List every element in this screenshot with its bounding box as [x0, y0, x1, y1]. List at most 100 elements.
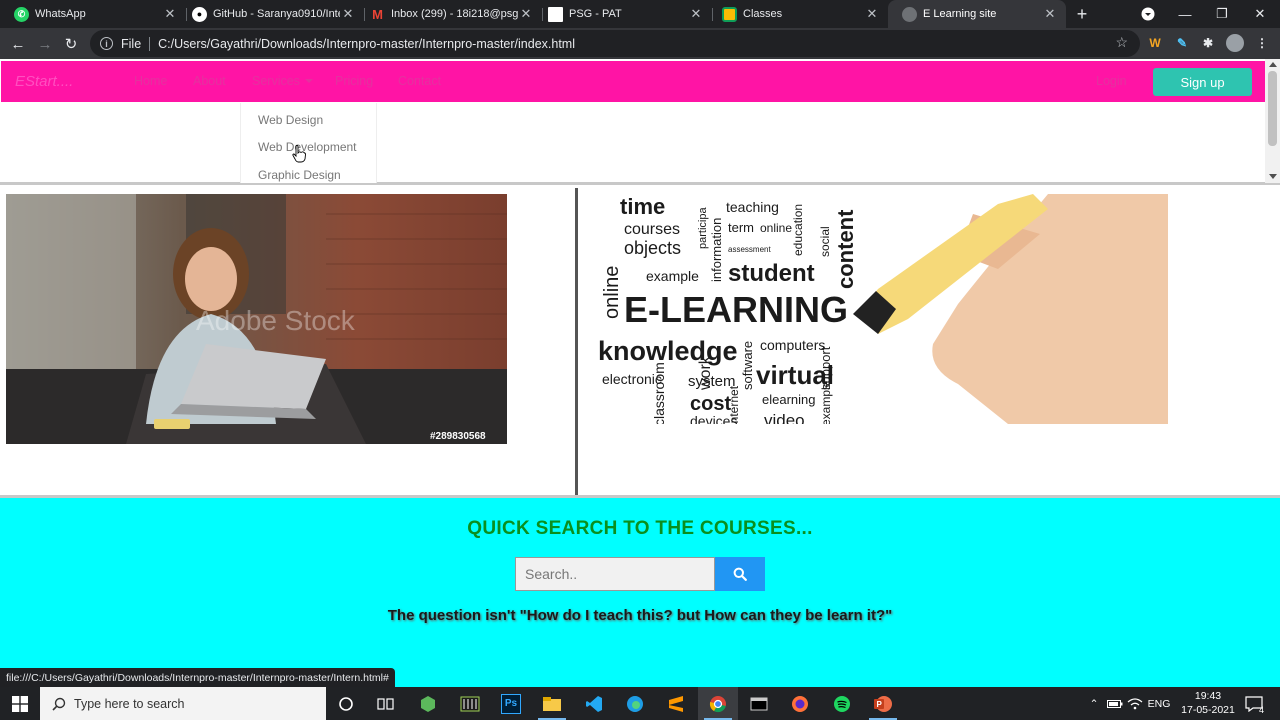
wifi-icon[interactable] — [1126, 687, 1144, 720]
edge-icon[interactable] — [615, 687, 655, 720]
word-cloud-word: online — [760, 221, 792, 235]
avatar[interactable] — [1226, 34, 1244, 52]
e-learning-wordcloud-image: time teaching courses term online object… — [578, 194, 1168, 424]
word-cloud-word: cost — [690, 393, 731, 415]
search-icon — [52, 697, 66, 711]
nav-about[interactable]: About — [193, 74, 226, 88]
nav-pricing[interactable]: Pricing — [335, 74, 373, 88]
window-close-icon[interactable]: ✕ — [1241, 0, 1279, 28]
tab-title: Classes — [743, 8, 783, 20]
dropdown-item-web-design[interactable]: Web Design — [258, 113, 323, 127]
close-icon[interactable]: ✕ — [1042, 6, 1058, 22]
info-icon[interactable]: i — [100, 37, 113, 50]
word-cloud-word: knowledge — [598, 336, 738, 366]
teaching-quote: The question isn't "How do I teach this?… — [387, 607, 893, 624]
maximize-icon[interactable]: ❐ — [1203, 0, 1241, 28]
sublime-icon[interactable] — [656, 687, 696, 720]
word-cloud-word: time — [620, 194, 665, 219]
extension-pen-icon[interactable]: ✎ — [1173, 34, 1191, 52]
word-cloud-word: video — [764, 411, 805, 424]
signup-button[interactable]: Sign up — [1153, 68, 1252, 96]
site-brand[interactable]: EStart.... — [15, 73, 73, 90]
task-view-icon[interactable] — [366, 687, 406, 720]
gmail-icon: M — [372, 6, 383, 22]
clock-date: 17-05-2021 — [1181, 704, 1235, 716]
scrollbar-thumb[interactable] — [1268, 71, 1277, 146]
services-dropdown: Web Design Web Development Graphic Desig… — [240, 103, 377, 183]
dropdown-item-web-development[interactable]: Web Development — [258, 140, 357, 154]
nav-services[interactable]: Services — [252, 74, 313, 88]
reload-icon[interactable]: ↻ — [58, 31, 84, 57]
link-status-bubble: file:///C:/Users/Gayathri/Downloads/Inte… — [0, 668, 395, 687]
battery-icon[interactable] — [1106, 687, 1124, 720]
search-section: QUICK SEARCH TO THE COURSES... Search.. … — [0, 498, 1280, 687]
word-cloud-word: content — [833, 209, 858, 289]
url-text: C:/Users/Gayathri/Downloads/Internpro-ma… — [158, 36, 575, 51]
back-arrow-icon[interactable]: ← — [5, 31, 31, 57]
tab-e-learning-site[interactable]: E Learning site ✕ — [888, 0, 1066, 28]
firefox-icon[interactable] — [780, 687, 820, 720]
word-cloud-word: participa — [697, 207, 709, 249]
right-image-frame: time teaching courses term online object… — [578, 188, 1280, 498]
terminal-icon[interactable] — [739, 687, 779, 720]
app-barcode-icon[interactable] — [450, 687, 490, 720]
cortana-icon[interactable] — [326, 687, 366, 720]
spotify-icon[interactable] — [822, 687, 862, 720]
tab-github[interactable]: ● GitHub - Saranya0910/Inter ✕ — [178, 0, 364, 28]
tray-chevron-up-icon[interactable]: ⌃ — [1086, 687, 1102, 720]
frame-scrollbar[interactable] — [1265, 59, 1280, 183]
extensions-puzzle-icon[interactable]: ✱ — [1199, 34, 1217, 52]
word-cloud-word: online — [601, 266, 623, 319]
bookmark-star-icon[interactable]: ☆ — [1115, 34, 1128, 51]
dropdown-item-graphic-design[interactable]: Graphic Design — [258, 168, 341, 182]
vscode-icon[interactable] — [574, 687, 614, 720]
windows-start-icon[interactable] — [0, 687, 40, 720]
word-cloud-word: courses — [624, 221, 680, 238]
address-bar[interactable]: i File C:/Users/Gayathri/Downloads/Inter… — [90, 30, 1140, 57]
search-input[interactable]: Search.. — [515, 557, 715, 591]
word-cloud-word: software — [740, 341, 755, 390]
close-icon[interactable]: ✕ — [162, 6, 178, 22]
close-icon[interactable]: ✕ — [864, 6, 880, 22]
word-cloud-word: internet — [727, 385, 741, 424]
word-cloud-word: objects — [624, 238, 681, 258]
tab-whatsapp[interactable]: ✆ WhatsApp ✕ — [0, 0, 186, 28]
chrome-icon[interactable] — [698, 687, 738, 720]
powerpoint-icon[interactable]: P — [863, 687, 903, 720]
word-cloud-word: classroom — [651, 362, 667, 424]
profile-indicator-icon[interactable] — [1129, 0, 1167, 28]
menu-kebab-icon[interactable]: ⋮ — [1253, 34, 1271, 52]
word-cloud-word: example — [646, 268, 699, 284]
nav-home[interactable]: Home — [134, 74, 167, 88]
search-button[interactable] — [715, 557, 765, 591]
tab-title: Inbox (299) - 18i218@psgte — [391, 8, 518, 20]
taskbar-search-box[interactable]: Type here to search — [40, 687, 326, 720]
scroll-up-arrow-icon[interactable] — [1269, 62, 1277, 67]
tab-classes[interactable]: Classes ✕ — [708, 0, 888, 28]
language-indicator[interactable]: ENG — [1146, 687, 1172, 720]
tab-psg-pat[interactable]: PSG - PAT ✕ — [534, 0, 712, 28]
word-cloud-word: computers — [760, 337, 825, 353]
tab-gmail[interactable]: M Inbox (299) - 18i218@psgte ✕ — [356, 0, 542, 28]
app-hexagon-icon[interactable] — [408, 687, 448, 720]
close-icon[interactable]: ✕ — [688, 6, 704, 22]
search-icon — [733, 567, 747, 581]
left-image-frame: Adobe Stock #289830568 — [0, 188, 575, 498]
site-navbar: EStart.... Home About Services Pricing C… — [1, 61, 1265, 102]
taskbar-clock[interactable]: 19:43 17-05-2021 — [1180, 689, 1236, 717]
nav-contact[interactable]: Contact — [398, 74, 441, 88]
minimize-icon[interactable]: — — [1166, 0, 1204, 28]
new-tab-plus-icon[interactable]: + — [1072, 4, 1092, 24]
close-icon[interactable]: ✕ — [518, 6, 534, 22]
close-icon[interactable]: ✕ — [340, 6, 356, 22]
file-explorer-icon[interactable] — [532, 687, 572, 720]
photoshop-icon[interactable]: Ps — [491, 687, 531, 720]
login-link[interactable]: Login — [1096, 74, 1127, 88]
browser-toolbar: ← → ↻ i File C:/Users/Gayathri/Downloads… — [0, 28, 1280, 59]
notification-center-icon[interactable]: 4 — [1240, 687, 1268, 720]
scroll-down-arrow-icon[interactable] — [1269, 174, 1277, 179]
tab-title: GitHub - Saranya0910/Inter — [213, 8, 340, 20]
page-icon — [548, 6, 563, 22]
forward-arrow-icon[interactable]: → — [32, 31, 58, 57]
extension-w-icon[interactable]: W — [1146, 34, 1164, 52]
